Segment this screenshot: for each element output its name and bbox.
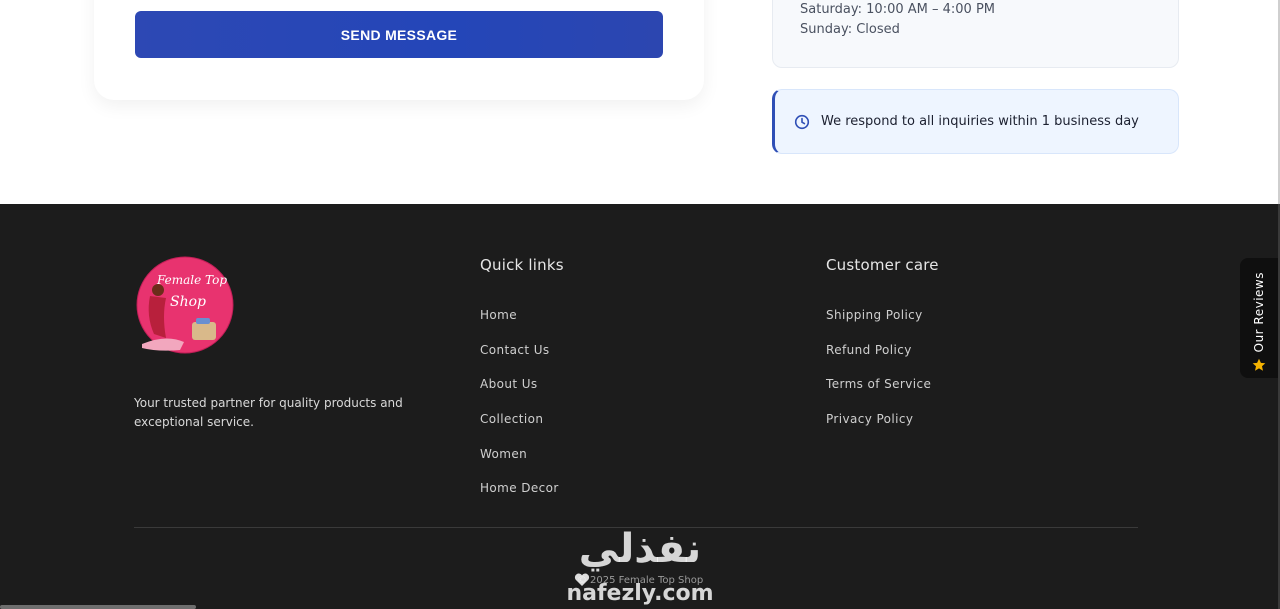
footer-link-shipping-policy[interactable]: Shipping Policy [826, 308, 923, 322]
shop-logo[interactable]: Female Top Shop [136, 256, 234, 354]
footer-link-refund-policy[interactable]: Refund Policy [826, 343, 912, 357]
hours-saturday: Saturday: 10:00 AM – 4:00 PM [800, 2, 995, 17]
customer-care-title: Customer care [826, 256, 939, 274]
send-message-button[interactable]: SEND MESSAGE [135, 11, 663, 58]
footer-link-women[interactable]: Women [480, 447, 527, 461]
footer-link-home-decor[interactable]: Home Decor [480, 481, 559, 495]
footer-link-privacy-policy[interactable]: Privacy Policy [826, 412, 913, 426]
horizontal-scrollbar[interactable] [0, 605, 196, 609]
contact-section: SEND MESSAGE Saturday: 10:00 AM – 4:00 P… [0, 0, 1278, 204]
footer-link-home[interactable]: Home [480, 308, 517, 322]
footer-link-terms-of-service[interactable]: Terms of Service [826, 377, 931, 391]
footer-tagline: Your trusted partner for quality product… [134, 396, 403, 429]
star-icon [1252, 358, 1266, 372]
svg-text:Shop: Shop [170, 294, 206, 310]
heart-icon [574, 572, 590, 586]
notice-text: We respond to all inquiries within 1 bus… [821, 114, 1139, 129]
hours-sunday: Sunday: Closed [800, 22, 900, 37]
watermark-arabic: نفذلي [578, 526, 702, 572]
svg-text:Female Top: Female Top [156, 273, 227, 287]
reviews-tab-label: Our Reviews [1252, 271, 1266, 352]
our-reviews-tab[interactable]: Our Reviews [1240, 258, 1278, 378]
quick-links-title: Quick links [480, 256, 564, 274]
response-time-notice: We respond to all inquiries within 1 bus… [772, 89, 1179, 154]
footer-link-collection[interactable]: Collection [480, 412, 543, 426]
clock-icon [794, 114, 810, 130]
footer-link-contact-us[interactable]: Contact Us [480, 343, 550, 357]
footer-link-about-us[interactable]: About Us [480, 377, 538, 391]
